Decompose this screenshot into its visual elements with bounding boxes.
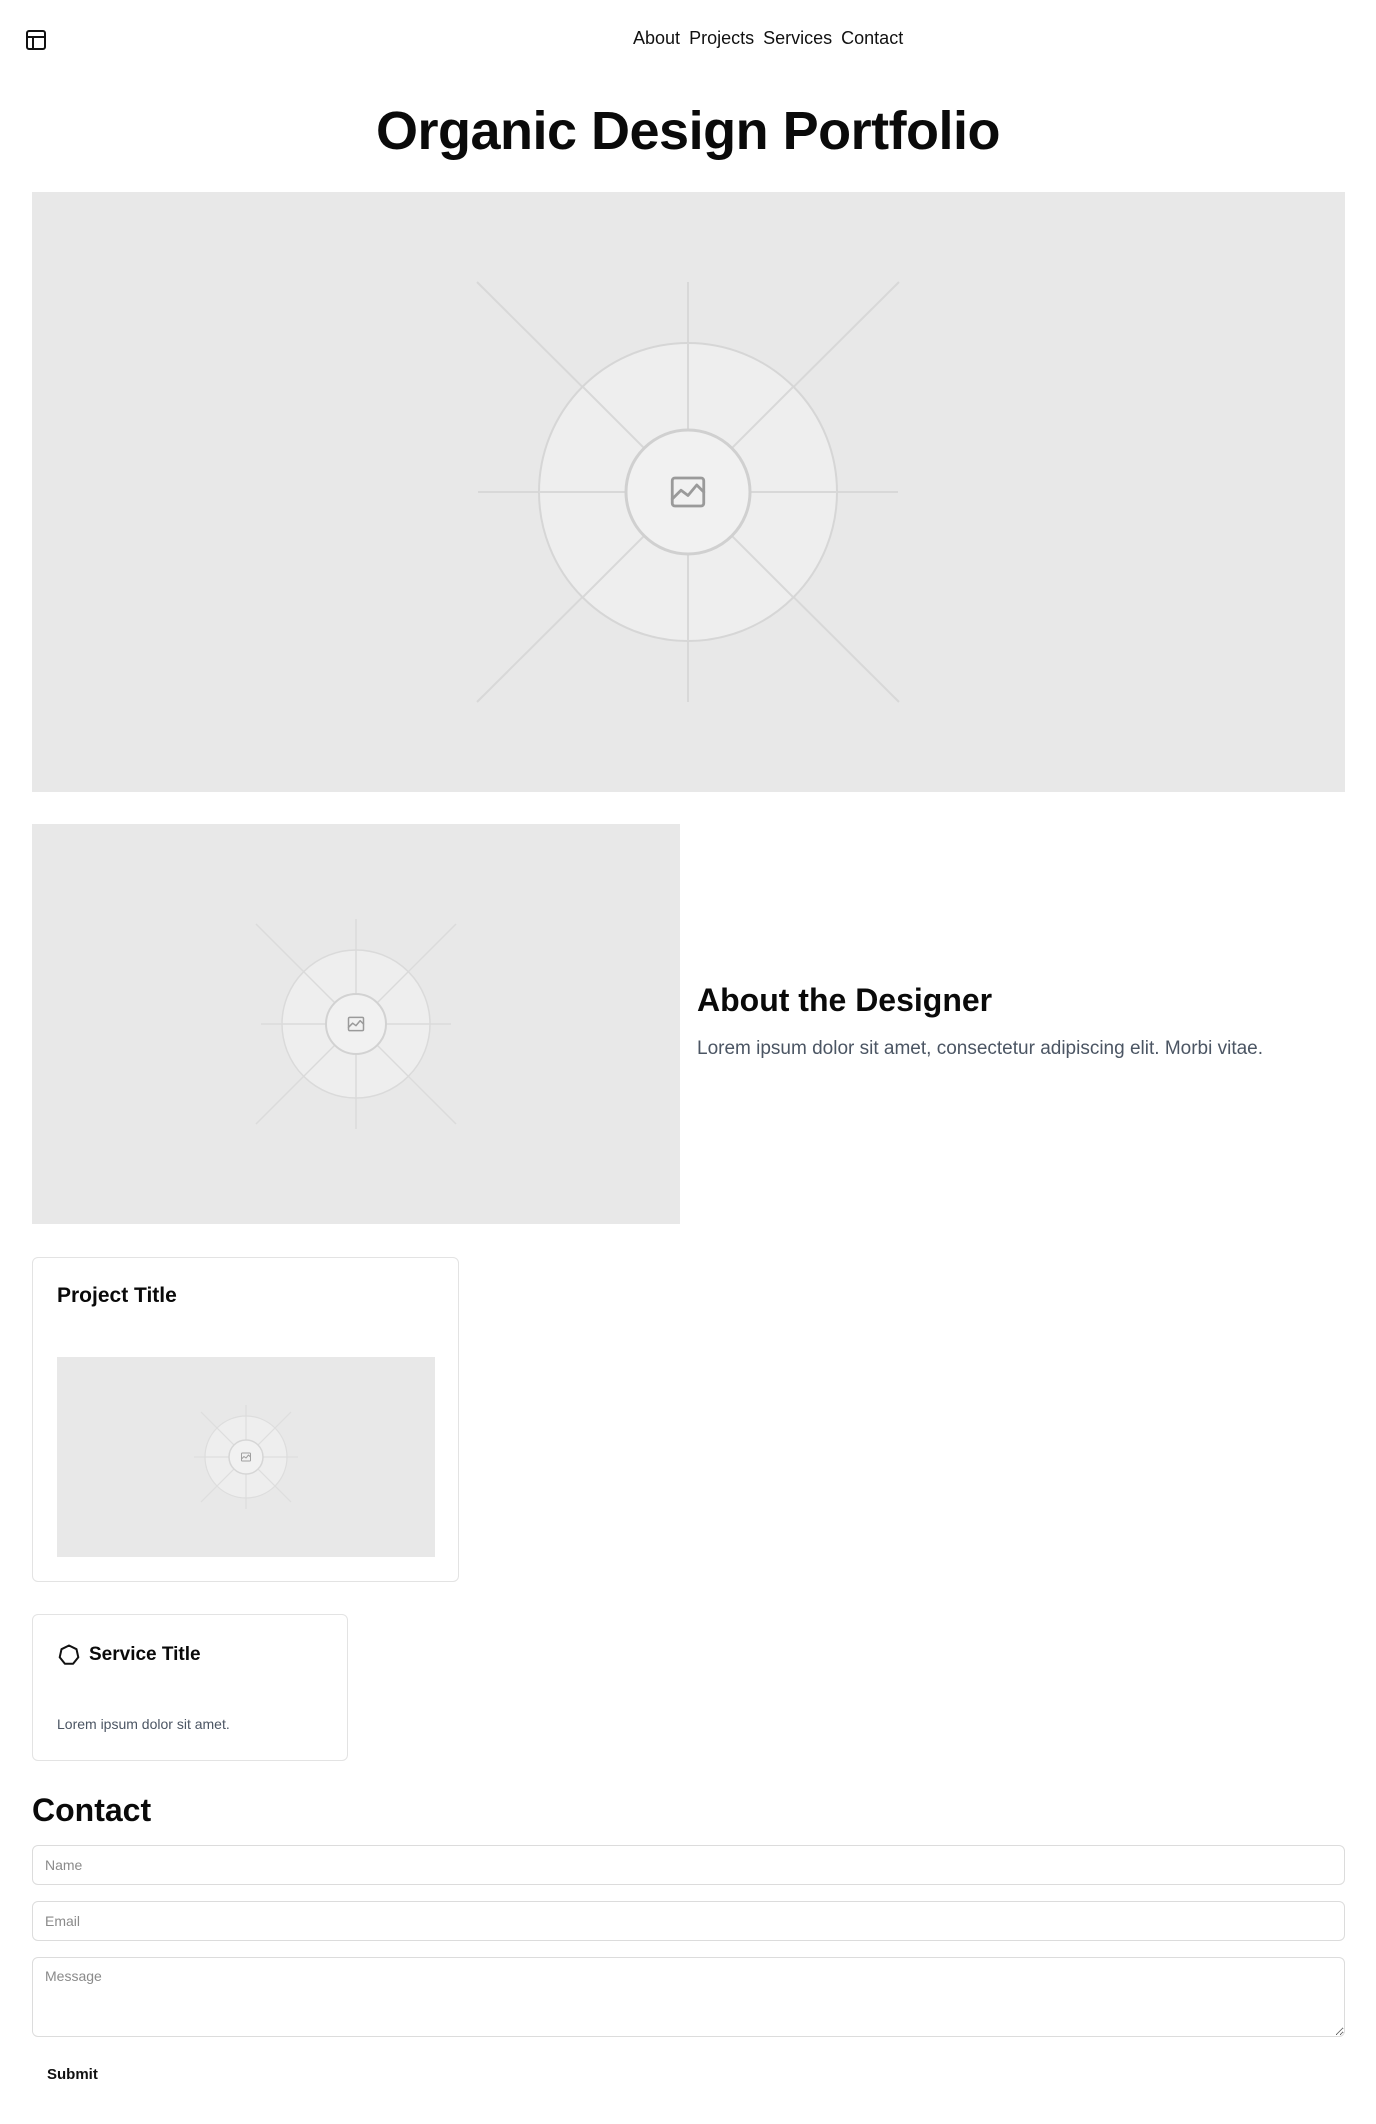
image-icon	[240, 1451, 252, 1463]
image-icon	[346, 1014, 366, 1034]
email-field[interactable]	[32, 1901, 1345, 1941]
service-description: Lorem ipsum dolor sit amet.	[57, 1716, 230, 1732]
page-title: Organic Design Portfolio	[375, 101, 1001, 161]
about-text: Lorem ipsum dolor sit amet, consectetur …	[697, 1038, 1264, 1059]
main-nav: About Projects Services Contact	[633, 28, 907, 49]
message-field[interactable]	[32, 1957, 1345, 2037]
project-card[interactable]: Project Title	[32, 1257, 459, 1582]
service-card[interactable]: Service Title Lorem ipsum dolor sit amet…	[32, 1614, 348, 1761]
layout-panel-icon[interactable]	[24, 28, 48, 52]
hero-image	[32, 192, 1345, 792]
project-image	[57, 1357, 435, 1557]
service-title: Service Title	[89, 1644, 201, 1665]
heptagon-icon	[57, 1643, 81, 1667]
nav-link-about[interactable]: About	[633, 28, 680, 48]
project-title: Project Title	[57, 1284, 177, 1307]
about-heading: About the Designer	[697, 982, 993, 1018]
submit-button[interactable]: Submit	[32, 2058, 113, 2090]
top-bar: About Projects Services Contact	[0, 0, 1376, 80]
image-icon	[667, 471, 709, 513]
nav-link-contact[interactable]: Contact	[841, 28, 903, 48]
name-field[interactable]	[32, 1845, 1345, 1885]
nav-link-services[interactable]: Services	[763, 28, 832, 48]
nav-link-projects[interactable]: Projects	[689, 28, 754, 48]
contact-heading: Contact	[32, 1792, 152, 1828]
about-image	[32, 824, 680, 1224]
